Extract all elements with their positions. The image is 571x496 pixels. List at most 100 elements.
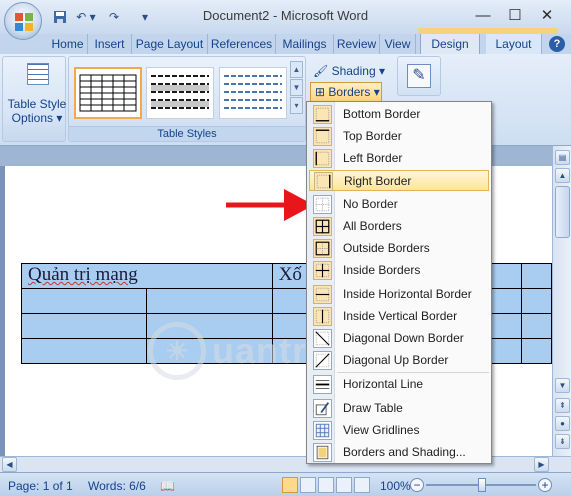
red-arrow-annotation <box>226 189 314 221</box>
menu-item-draw-table[interactable]: Draw Table <box>309 398 489 419</box>
all-borders-icon <box>313 217 332 236</box>
scroll-left-icon[interactable]: ◀ <box>2 457 17 472</box>
pen-icon[interactable]: ✎ <box>407 64 431 88</box>
table-cell[interactable] <box>146 263 273 289</box>
tab-references[interactable]: References <box>208 34 276 54</box>
help-icon[interactable]: ? <box>549 36 565 52</box>
menu-item-horizontal-line[interactable]: Horizontal Line <box>309 374 489 395</box>
table-cell[interactable] <box>20 338 148 364</box>
borders-button[interactable]: ⊞ Borders ▾ <box>310 82 382 102</box>
tab-design[interactable]: Design <box>420 32 480 54</box>
web-layout-icon[interactable] <box>318 477 334 493</box>
zoom-in-icon[interactable]: + <box>538 478 552 492</box>
page-count[interactable]: Page: 1 of 1 <box>8 478 73 494</box>
table-style-options-icon <box>27 63 49 85</box>
menu-item-label: Bottom Border <box>343 107 421 121</box>
tab-view[interactable]: View <box>380 34 416 54</box>
table-cell[interactable] <box>521 288 552 314</box>
table-style-thumb[interactable] <box>74 67 142 119</box>
menu-item-right-border[interactable]: Right Border <box>309 170 489 191</box>
close-button[interactable]: ✕ <box>532 4 562 26</box>
scroll-up-icon[interactable]: ▲ <box>555 168 570 183</box>
table-cell[interactable] <box>20 313 148 339</box>
ribbon-tabs: Home Insert Page Layout References Maili… <box>0 32 571 54</box>
tab-insert[interactable]: Insert <box>88 34 132 54</box>
borders-label: Borders <box>328 85 371 99</box>
menu-item-left-border[interactable]: Left Border <box>309 148 489 169</box>
menu-item-inside-horizontal-border[interactable]: Inside Horizontal Border <box>309 284 489 305</box>
browse-object-icon[interactable]: ● <box>555 416 570 431</box>
menu-item-label: Top Border <box>343 129 402 143</box>
menu-item-view-gridlines[interactable]: View Gridlines <box>309 420 489 441</box>
table-cell[interactable] <box>20 288 148 314</box>
menu-item-label: Inside Borders <box>343 263 421 277</box>
menu-item-label: Diagonal Up Border <box>343 353 449 367</box>
minimize-button[interactable]: — <box>468 4 498 26</box>
table-cell[interactable] <box>146 313 273 339</box>
menu-item-bottom-border[interactable]: Bottom Border <box>309 104 489 125</box>
table-cell[interactable] <box>521 313 552 339</box>
tab-review[interactable]: Review <box>334 34 380 54</box>
vertical-scrollbar[interactable]: ▤ ▲ ▼ ⇞ ● ⇟ <box>552 146 571 456</box>
gallery-more-icon[interactable]: ▾ <box>290 97 303 114</box>
scroll-down-icon[interactable]: ▼ <box>555 378 570 393</box>
tab-page-layout[interactable]: Page Layout <box>132 34 208 54</box>
table-styles-group: ▲ ▼ ▾ Table Styles <box>68 56 306 142</box>
menu-item-top-border[interactable]: Top Border <box>309 126 489 147</box>
borders-icon: ⊞ <box>315 85 326 99</box>
inside-borders-icon <box>313 261 332 280</box>
outline-icon[interactable] <box>336 477 352 493</box>
previous-page-icon[interactable]: ⇞ <box>555 398 570 413</box>
menu-item-no-border[interactable]: No Border <box>309 194 489 215</box>
draw-table-icon <box>313 399 332 418</box>
scroll-thumb[interactable] <box>555 186 570 238</box>
table-cell[interactable] <box>146 288 273 314</box>
office-button[interactable] <box>4 2 42 40</box>
tab-layout[interactable]: Layout <box>486 34 542 54</box>
gallery-down-icon[interactable]: ▼ <box>290 79 303 96</box>
table-cell[interactable] <box>521 338 552 364</box>
zoom-level[interactable]: 100% <box>380 478 411 494</box>
draft-icon[interactable] <box>354 477 370 493</box>
print-layout-icon[interactable] <box>282 477 298 493</box>
left-border-icon <box>313 149 332 168</box>
table-style-thumb[interactable] <box>219 67 287 119</box>
word-count[interactable]: Words: 6/6 <box>88 478 146 494</box>
shading-icon: 🖌 <box>313 64 329 78</box>
inside-vertical-border-icon <box>313 307 332 326</box>
diagonal-down-border-icon <box>313 329 332 348</box>
gallery-up-icon[interactable]: ▲ <box>290 61 303 78</box>
menu-item-label: Outside Borders <box>343 241 430 255</box>
menu-item-inside-borders[interactable]: Inside Borders <box>309 260 489 281</box>
menu-item-label: All Borders <box>343 219 402 233</box>
menu-item-borders-and-shading[interactable]: Borders and Shading... <box>309 442 489 463</box>
table-style-thumb[interactable] <box>146 67 214 119</box>
menu-item-all-borders[interactable]: All Borders <box>309 216 489 237</box>
menu-item-label: Diagonal Down Border <box>343 331 464 345</box>
table-styles-label: Table Styles <box>69 126 305 141</box>
maximize-button[interactable]: ☐ <box>500 4 530 26</box>
menu-item-outside-borders[interactable]: Outside Borders <box>309 238 489 259</box>
ruler-toggle-icon[interactable]: ▤ <box>555 150 570 165</box>
table-cell[interactable]: Quản trị mạng <box>20 263 147 289</box>
status-bar: Page: 1 of 1 Words: 6/6 📖 100% − + <box>0 472 571 496</box>
menu-item-label: Inside Horizontal Border <box>343 287 472 301</box>
full-screen-reading-icon[interactable] <box>300 477 316 493</box>
next-page-icon[interactable]: ⇟ <box>555 434 570 449</box>
tab-mailings[interactable]: Mailings <box>276 34 334 54</box>
menu-item-label: Borders and Shading... <box>343 445 466 459</box>
menu-item-diagonal-up-border[interactable]: Diagonal Up Border <box>309 350 489 371</box>
menu-item-label: Left Border <box>343 151 403 165</box>
scroll-right-icon[interactable]: ▶ <box>534 457 549 472</box>
zoom-slider-thumb[interactable] <box>478 478 486 492</box>
shading-button[interactable]: 🖌 Shading ▾ <box>309 62 385 80</box>
zoom-out-icon[interactable]: − <box>410 478 424 492</box>
proofing-icon[interactable]: 📖 <box>160 478 175 494</box>
menu-item-diagonal-down-border[interactable]: Diagonal Down Border <box>309 328 489 349</box>
tab-home[interactable]: Home <box>48 34 88 54</box>
table-style-options-button[interactable]: Table Style Options ▾ <box>7 97 67 125</box>
menu-item-label: Inside Vertical Border <box>343 309 458 323</box>
table-cell[interactable] <box>521 263 552 289</box>
menu-item-inside-vertical-border[interactable]: Inside Vertical Border <box>309 306 489 327</box>
table-cell[interactable] <box>146 338 273 364</box>
